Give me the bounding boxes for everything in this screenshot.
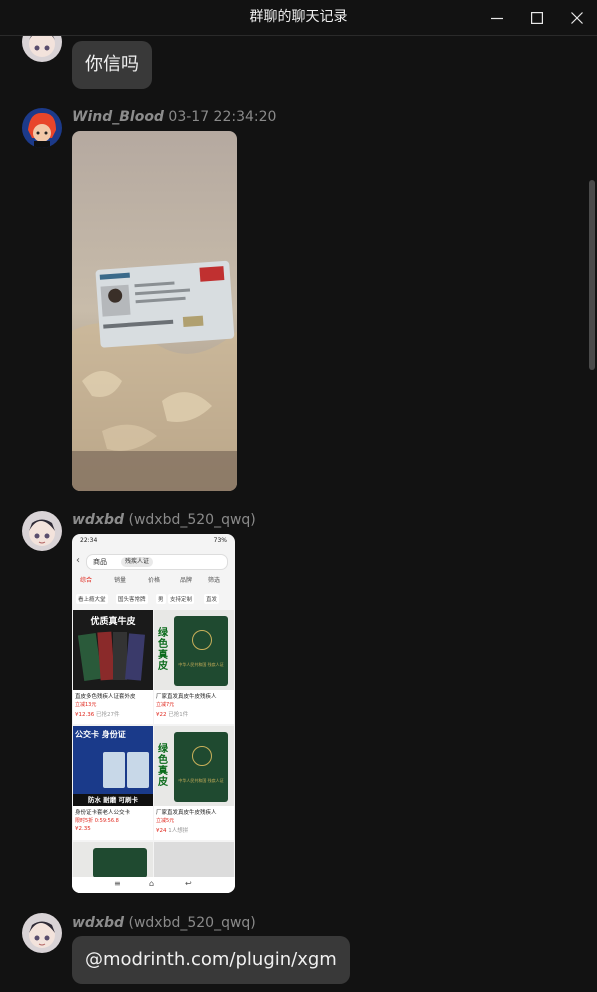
booklet-text: 中华人民共和国 残疾人证: [178, 778, 224, 783]
search-category: 商品: [93, 558, 107, 566]
message-meta: wdxbd (wdxbd_520_qwq): [72, 512, 256, 528]
home-icon: ⌂: [149, 879, 155, 888]
avatar[interactable]: [22, 108, 62, 148]
anime-avatar-icon: [22, 913, 62, 953]
sort-tab: 筛选: [208, 577, 221, 584]
product-bottom-banner: 防水 耐磨 可刷卡: [73, 794, 153, 806]
avatar[interactable]: [22, 36, 62, 62]
sender-account: (wdxbd_520_qwq): [128, 915, 256, 931]
filter-chip: 看上瘾大堂: [76, 594, 108, 604]
filter-chip: 国头客常牌: [116, 594, 148, 604]
title-bar: 群聊的聊天记录: [0, 0, 597, 36]
product-title: 厂家直发真皮牛皮残疾人: [156, 694, 217, 700]
product-title: 直皮多色残疾人证套外皮: [75, 694, 136, 700]
message-timestamp: 03-17 22:34:20: [168, 109, 277, 125]
product-price-row: ¥22 已抢1件: [156, 710, 188, 718]
product-card: 公交卡 身份证 防水 耐磨 可刷卡 身份证卡套老人公交卡 限时5折 0:59:5…: [73, 726, 153, 840]
photo-message[interactable]: [72, 131, 237, 491]
back-arrow-icon: ‹: [76, 555, 80, 566]
product-price-row: ¥2.35: [75, 826, 91, 832]
phone-nav-bar: ≡ ⌂ ↩: [72, 877, 235, 893]
maximize-icon: [531, 11, 543, 24]
product-discount: 立减7元: [156, 702, 175, 708]
product-side-text: 绿色真皮: [158, 628, 168, 672]
phone-filter-chips: 看上瘾大堂 国头客常牌 男 支持定制 直发: [74, 593, 234, 605]
product-price: ¥12.36: [75, 712, 95, 718]
menu-icon: ≡: [114, 879, 121, 888]
filter-chip: 支持定制: [168, 594, 195, 604]
sender-nickname[interactable]: Wind_Blood: [72, 109, 164, 125]
close-button[interactable]: [557, 0, 597, 35]
product-price-row: ¥12.36 已抢27件: [75, 710, 120, 718]
phone-screenshot-image[interactable]: 22:34 73% ‹ 商品 残疾人证 综合 销量 价格 品牌 筛选 看上瘾大堂…: [72, 534, 235, 893]
avatar[interactable]: [22, 511, 62, 551]
booklet-text: 中华人民共和国 残疾人证: [178, 662, 224, 667]
product-card: 优质真牛皮 直皮多色残疾人证套外皮 立减13元 ¥12.36 已抢27件: [73, 610, 153, 724]
phone-status-time: 22:34: [80, 537, 98, 544]
message-meta: wdxbd (wdxbd_520_qwq): [72, 915, 256, 931]
product-sold: 已抢27件: [96, 712, 120, 718]
product-discount: 限时5折 0:59:56.8: [75, 818, 119, 824]
product-image: 公交卡 身份证 防水 耐磨 可刷卡: [73, 726, 153, 806]
product-discount: 立减5元: [156, 818, 175, 824]
phone-status-battery: 73%: [213, 537, 227, 544]
sender-account: (wdxbd_520_qwq): [128, 512, 256, 528]
product-title: 身份证卡套老人公交卡: [75, 810, 131, 816]
product-banner: 优质真牛皮: [90, 617, 136, 627]
product-side-text: 绿色真皮: [158, 744, 168, 788]
product-price: ¥2.35: [75, 826, 91, 832]
minimize-icon: [491, 17, 503, 19]
sort-tab: 综合: [80, 577, 93, 584]
product-image: 优质真牛皮: [73, 610, 153, 690]
product-image: 绿色真皮 中华人民共和国 残疾人证: [154, 726, 234, 806]
product-price: ¥22: [156, 712, 167, 718]
anime-avatar-icon: [22, 511, 62, 551]
product-card: 绿色真皮 中华人民共和国 残疾人证 厂家直发真皮牛皮残疾人 立减7元 ¥22 已…: [154, 610, 234, 724]
anime-avatar-icon: [22, 36, 62, 62]
message-bubble[interactable]: 你信吗: [72, 41, 152, 89]
avatar[interactable]: [22, 913, 62, 953]
red-hair-avatar-icon: [22, 108, 62, 148]
back-icon: ↩: [185, 879, 192, 888]
search-chip: 残疾人证: [121, 557, 154, 567]
product-sold: 已抢1件: [168, 712, 189, 718]
product-card: 绿色真皮 中华人民共和国 残疾人证 厂家直发真皮牛皮残疾人 立减5元 ¥24 1…: [154, 726, 234, 840]
product-price-row: ¥24 1人想拼: [156, 826, 188, 834]
message-bubble[interactable]: @modrinth.com/plugin/xgm: [72, 936, 350, 984]
scrollbar-thumb[interactable]: [589, 180, 595, 370]
minimize-button[interactable]: [477, 0, 517, 35]
product-banner: 公交卡 身份证: [75, 730, 126, 739]
product-card-partial: [73, 842, 153, 878]
phone-sort-tabs: 综合 销量 价格 品牌 筛选: [78, 575, 233, 587]
sort-tab: 价格: [148, 577, 161, 584]
sender-nickname[interactable]: wdxbd: [72, 915, 124, 931]
product-card-partial: [154, 842, 234, 878]
product-sold: 1人想拼: [168, 828, 189, 834]
id-card-photo: [72, 131, 237, 491]
product-price: ¥24: [156, 828, 167, 834]
product-image: 绿色真皮 中华人民共和国 残疾人证: [154, 610, 234, 690]
phone-search-bar: 商品 残疾人证: [86, 554, 228, 570]
product-title: 厂家直发真皮牛皮残疾人: [156, 810, 217, 816]
product-discount: 立减13元: [75, 702, 97, 708]
filter-chip: 直发: [204, 594, 220, 604]
message-list[interactable]: 你信吗 Wind_Blood 03-17 22:34:20 wdxbd (wdx…: [0, 36, 597, 992]
sort-tab: 销量: [114, 577, 127, 584]
close-icon: [571, 11, 583, 24]
green-booklet: 中华人民共和国 残疾人证: [174, 732, 228, 802]
filter-chip: 男: [156, 594, 166, 604]
sort-tab: 品牌: [180, 577, 193, 584]
green-booklet: 中华人民共和国 残疾人证: [174, 616, 228, 686]
message-meta: Wind_Blood 03-17 22:34:20: [72, 109, 276, 125]
sender-nickname[interactable]: wdxbd: [72, 512, 124, 528]
maximize-button[interactable]: [517, 0, 557, 35]
